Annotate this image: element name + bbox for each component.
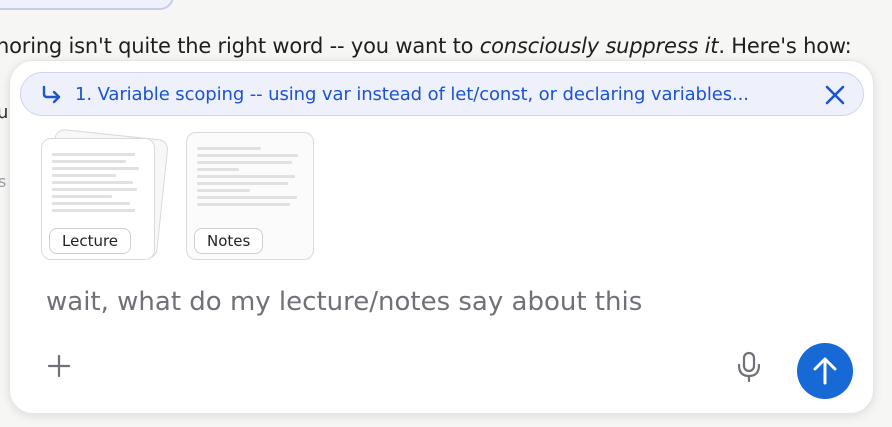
send-button[interactable] — [797, 343, 853, 399]
attachment-lecture[interactable]: Lecture — [41, 128, 169, 260]
arrow-up-icon — [813, 357, 837, 385]
previous-message-pill — [0, 0, 174, 10]
reply-context-bar[interactable]: 1. Variable scoping -- using var instead… — [20, 72, 864, 116]
plus-icon[interactable] — [46, 353, 72, 379]
reply-arrow-icon — [42, 85, 61, 104]
microphone-icon[interactable] — [736, 351, 762, 383]
attachment-label: Notes — [194, 228, 264, 254]
background-text-fragment-2: s — [0, 172, 7, 191]
reply-context-text: 1. Variable scoping -- using var instead… — [75, 84, 749, 105]
assistant-response-text: noring isn't quite the right word -- you… — [0, 34, 852, 58]
attachment-label: Lecture — [49, 228, 132, 254]
chat-composer: 1. Variable scoping -- using var instead… — [9, 60, 874, 414]
message-input[interactable]: wait, what do my lecture/notes say about… — [46, 287, 642, 317]
close-icon[interactable] — [823, 83, 847, 107]
attachment-notes[interactable]: Notes — [186, 132, 314, 260]
background-text-fragment: u — [0, 102, 9, 123]
